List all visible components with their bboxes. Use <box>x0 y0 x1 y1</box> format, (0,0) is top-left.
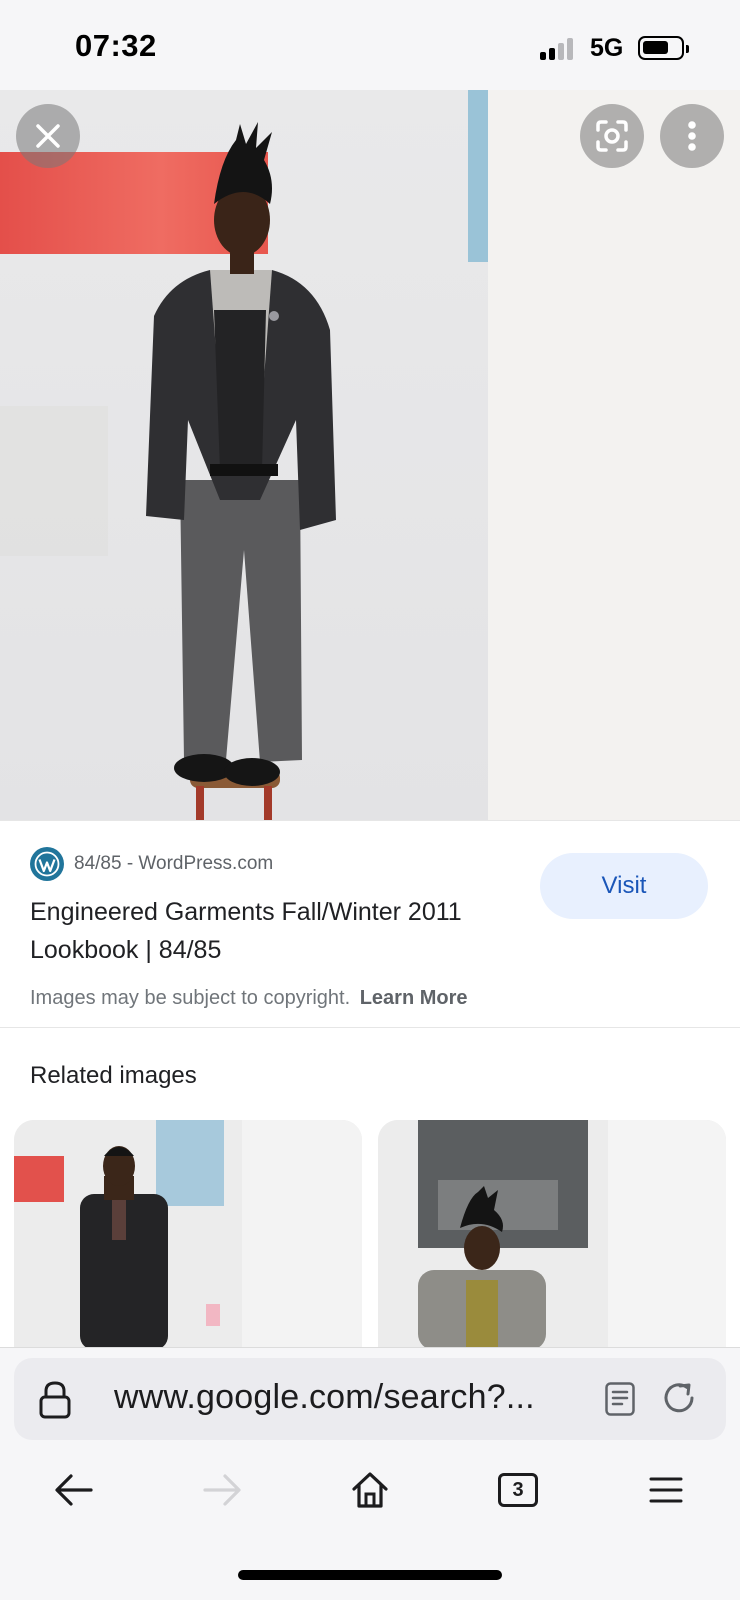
visit-button[interactable]: Visit <box>540 853 708 919</box>
reader-mode-icon[interactable] <box>604 1381 636 1417</box>
home-indicator <box>238 1570 502 1580</box>
tab-count-badge: 3 <box>498 1473 538 1507</box>
copyright-text: Images may be subject to copyright. <box>30 987 351 1009</box>
close-button[interactable] <box>16 104 80 168</box>
signal-bars-icon <box>540 38 576 60</box>
blue-painting <box>468 90 488 262</box>
reload-icon[interactable] <box>660 1379 698 1417</box>
back-arrow-icon <box>55 1474 93 1506</box>
forward-button[interactable] <box>192 1460 252 1520</box>
close-icon <box>36 124 60 148</box>
address-bar[interactable]: www.google.com/search?... <box>14 1358 726 1440</box>
related-image-2[interactable] <box>378 1120 726 1350</box>
result-title[interactable]: Engineered Garments Fall/Winter 2011 Loo… <box>30 893 530 969</box>
result-info-panel: 84/85 - WordPress.com Engineered Garment… <box>0 820 740 1028</box>
person-figure <box>146 122 336 820</box>
home-button[interactable] <box>340 1460 400 1520</box>
hamburger-menu-icon <box>649 1477 683 1503</box>
tabs-button[interactable]: 3 <box>488 1460 548 1520</box>
menu-button[interactable] <box>636 1460 696 1520</box>
url-text: www.google.com/search?... <box>114 1378 535 1416</box>
more-options-button[interactable] <box>660 104 724 168</box>
wordpress-logo-icon <box>30 847 64 881</box>
related-images-heading: Related images <box>30 1062 197 1089</box>
status-time: 07:32 <box>75 28 157 63</box>
related-image-1[interactable] <box>14 1120 362 1350</box>
browser-bottom-bar: www.google.com/search?... 3 <box>0 1347 740 1600</box>
status-bar: 07:32 5G <box>0 0 740 90</box>
faint-painting <box>0 406 108 556</box>
related-image-1-art <box>14 1120 362 1350</box>
more-vertical-icon <box>688 121 696 151</box>
network-label: 5G <box>590 34 624 62</box>
source-label: 84/85 - WordPress.com <box>74 853 274 874</box>
battery-icon <box>638 36 689 60</box>
lens-search-button[interactable] <box>580 104 644 168</box>
result-image[interactable] <box>0 90 740 820</box>
home-icon <box>352 1472 388 1508</box>
copyright-notice: Images may be subject to copyright. Lear… <box>30 987 468 1010</box>
source-row[interactable]: 84/85 - WordPress.com <box>30 847 273 881</box>
forward-arrow-icon <box>203 1474 241 1506</box>
lens-search-icon <box>596 120 628 152</box>
related-image-2-art <box>378 1120 726 1350</box>
lock-icon <box>39 1381 71 1419</box>
learn-more-link[interactable]: Learn More <box>360 987 468 1009</box>
back-button[interactable] <box>44 1460 104 1520</box>
